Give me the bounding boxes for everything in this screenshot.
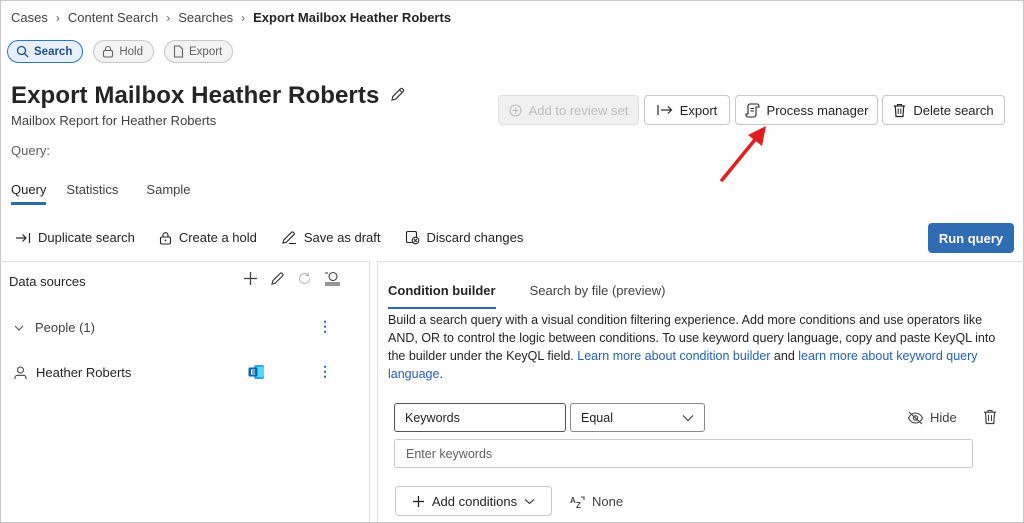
- search-pill[interactable]: Search: [7, 40, 84, 63]
- chevron-right-icon: ›: [166, 10, 171, 25]
- discard-icon: [405, 230, 419, 245]
- property-field-value: Keywords: [405, 410, 460, 425]
- page-subtitle: Mailbox Report for Heather Roberts: [11, 113, 217, 128]
- hold-pill-label: Hold: [119, 45, 144, 58]
- people-group-label: People (1): [35, 320, 95, 335]
- none-label: None: [592, 494, 624, 509]
- draft-pencil-icon: [282, 231, 296, 245]
- people-group[interactable]: People (1): [14, 320, 95, 335]
- description-and: and: [770, 349, 799, 363]
- breadcrumb-current: Export Mailbox Heather Roberts: [253, 10, 452, 25]
- add-conditions-button[interactable]: Add conditions: [395, 486, 552, 516]
- save-as-draft-button[interactable]: Save as draft: [281, 230, 381, 245]
- property-field-select[interactable]: Keywords: [394, 403, 566, 432]
- duplicate-arrow-icon: [16, 232, 31, 243]
- export-button-label: Export: [679, 102, 718, 118]
- mode-pills: Search Hold Export: [7, 40, 234, 63]
- page-title: Export Mailbox Heather Roberts: [11, 82, 380, 109]
- keywords-placeholder: Enter keywords: [406, 446, 493, 461]
- learn-condition-builder-link[interactable]: Learn more about condition builder: [577, 349, 770, 363]
- person-name: Heather Roberts: [36, 365, 132, 380]
- svg-text:Z: Z: [576, 501, 581, 509]
- trash-icon: [894, 103, 906, 117]
- breadcrumb-searches[interactable]: Searches: [178, 10, 233, 25]
- condition-description: Build a search query with a visual condi…: [388, 311, 1003, 383]
- data-sources-tools: [243, 271, 341, 286]
- create-hold-button[interactable]: Create a hold: [159, 230, 257, 245]
- exchange-icon: E: [248, 365, 264, 379]
- lock-icon: [159, 231, 171, 245]
- chevron-down-icon: [14, 325, 24, 331]
- svg-text:E: E: [250, 368, 255, 377]
- add-icon[interactable]: [243, 271, 258, 286]
- operator-value: Equal: [581, 410, 613, 425]
- chevron-right-icon: ›: [241, 10, 246, 25]
- person-row[interactable]: Heather Roberts: [14, 365, 131, 380]
- process-manager-label: Process manager: [766, 102, 869, 118]
- add-circle-icon: [509, 103, 522, 117]
- delete-search-label: Delete search: [913, 102, 994, 118]
- create-hold-label: Create a hold: [178, 230, 257, 245]
- chevron-right-icon: ›: [55, 10, 60, 25]
- operator-none-button[interactable]: AZ None: [570, 494, 623, 509]
- breadcrumb-content-search[interactable]: Content Search: [68, 10, 158, 25]
- add-to-review-set-button[interactable]: Add to review set: [498, 95, 639, 125]
- keywords-input[interactable]: Enter keywords: [394, 439, 973, 468]
- export-pill[interactable]: Export: [164, 40, 234, 63]
- eye-off-icon: [907, 411, 924, 424]
- chevron-down-icon: [524, 498, 535, 504]
- duplicate-search-label: Duplicate search: [38, 230, 135, 245]
- query-label: Query:: [11, 143, 51, 158]
- export-button[interactable]: Export: [644, 95, 730, 125]
- data-sources-title: Data sources: [9, 274, 86, 289]
- refresh-icon[interactable]: [297, 271, 312, 286]
- export-arrow-icon: [657, 105, 673, 115]
- tab-query[interactable]: Query: [11, 182, 47, 205]
- process-manager-icon: [744, 102, 760, 118]
- delete-search-button[interactable]: Delete search: [882, 95, 1005, 125]
- data-sources-panel: Data sources People (1) ⋮ Heather Robert…: [0, 261, 370, 523]
- add-conditions-label: Add conditions: [431, 493, 518, 509]
- filter-list-icon[interactable]: [324, 271, 341, 286]
- save-as-draft-label: Save as draft: [303, 230, 381, 245]
- discard-changes-label: Discard changes: [426, 230, 524, 245]
- breadcrumb-cases[interactable]: Cases: [11, 10, 48, 25]
- add-to-review-set-label: Add to review set: [528, 102, 629, 118]
- text-case-icon: AZ: [570, 496, 585, 509]
- person-icon: [14, 365, 27, 379]
- tab-search-by-file[interactable]: Search by file (preview): [530, 283, 666, 309]
- tab-sample[interactable]: Sample: [146, 182, 190, 205]
- person-more-icon[interactable]: ⋮: [318, 363, 332, 380]
- query-toolbar: Duplicate search Create a hold Save as d…: [15, 230, 547, 245]
- operator-select[interactable]: Equal: [570, 403, 705, 432]
- discard-changes-button[interactable]: Discard changes: [405, 230, 524, 245]
- duplicate-search-button[interactable]: Duplicate search: [15, 230, 135, 245]
- hold-pill[interactable]: Hold: [93, 40, 155, 63]
- export-pill-label: Export: [189, 45, 223, 58]
- annotation-arrow: [720, 126, 766, 182]
- run-query-button[interactable]: Run query: [928, 223, 1014, 253]
- search-pill-label: Search: [34, 45, 73, 58]
- add-icon: [412, 495, 424, 507]
- hide-label: Hide: [930, 410, 957, 425]
- document-icon: [173, 45, 184, 58]
- condition-tabs: Condition builder Search by file (previe…: [388, 283, 699, 309]
- lock-icon: [103, 45, 114, 58]
- edit-icon[interactable]: [270, 271, 285, 286]
- process-manager-button[interactable]: Process manager: [735, 95, 878, 125]
- description-period: .: [439, 367, 443, 381]
- hide-button[interactable]: Hide: [907, 410, 957, 425]
- search-icon: [16, 45, 29, 58]
- breadcrumb: Cases › Content Search › Searches › Expo…: [11, 10, 451, 25]
- trash-icon[interactable]: [983, 409, 997, 425]
- main-tabs: Query Statistics Sample: [11, 182, 211, 205]
- tab-statistics[interactable]: Statistics: [66, 182, 118, 205]
- pencil-icon[interactable]: [389, 86, 406, 103]
- people-more-icon[interactable]: ⋮: [318, 318, 332, 335]
- tab-condition-builder[interactable]: Condition builder: [388, 283, 496, 309]
- chevron-down-icon: [682, 414, 694, 421]
